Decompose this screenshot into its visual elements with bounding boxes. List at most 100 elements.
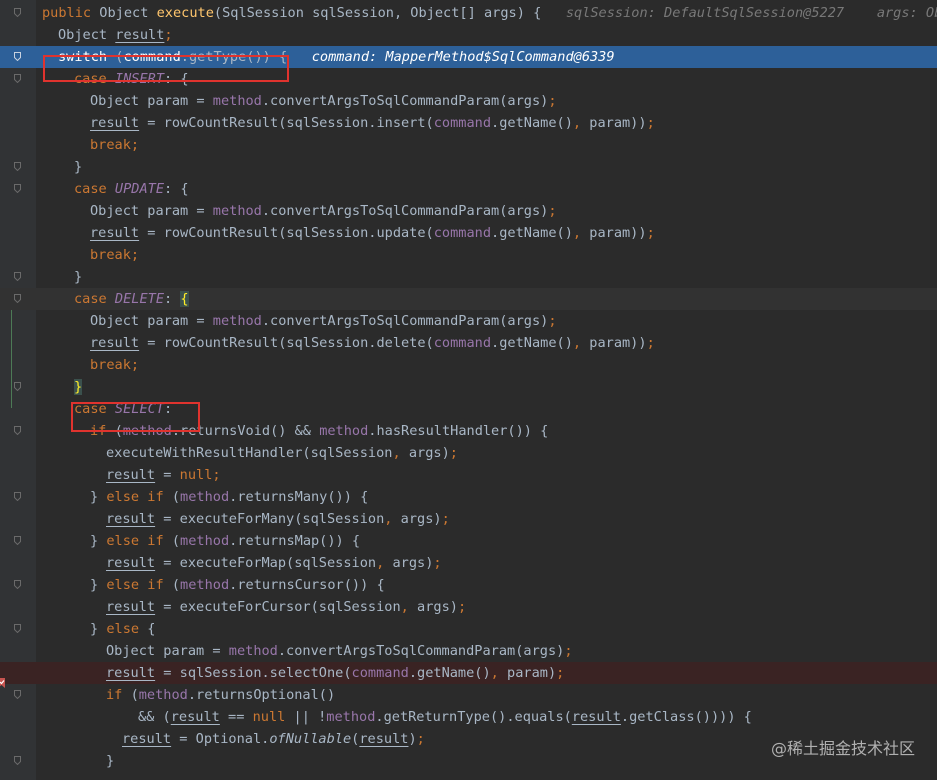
code-token: .getReturnType().equals(	[375, 709, 572, 725]
code-line[interactable]: result = rowCountResult(sqlSession.inser…	[0, 112, 937, 134]
code-token: case	[74, 291, 115, 307]
code-token: ,	[392, 445, 409, 461]
code-token: {	[180, 291, 189, 307]
code-text: result = rowCountResult(sqlSession.updat…	[90, 222, 655, 244]
inline-debug-value: command: MapperMethod$SqlCommand@6339	[287, 49, 615, 65]
code-token: result	[106, 511, 156, 527]
code-token: .convertArgsToSqlCommandParam(args)	[277, 643, 565, 659]
code-token: }	[90, 489, 107, 505]
code-line[interactable]: result = rowCountResult(sqlSession.updat…	[0, 222, 937, 244]
fold-marker-icon[interactable]	[14, 536, 21, 545]
code-line[interactable]: Object result;	[0, 24, 937, 46]
code-token: param))	[589, 335, 647, 351]
code-text: } else {	[90, 618, 155, 640]
fold-marker-icon[interactable]	[14, 8, 21, 17]
code-line[interactable]: && (result == null || !method.getReturnT…	[0, 706, 937, 728]
code-token: break;	[90, 357, 140, 373]
code-token: args)	[400, 511, 442, 527]
code-token: ==	[219, 709, 253, 725]
fold-marker-icon[interactable]	[14, 492, 21, 501]
code-line[interactable]: result = null;	[0, 464, 937, 486]
fold-marker-icon[interactable]	[14, 580, 21, 589]
code-token: ,	[572, 335, 590, 351]
code-text: }	[106, 750, 114, 772]
code-line[interactable]: Object param = method.convertArgsToSqlCo…	[0, 200, 937, 222]
code-token: method	[212, 203, 262, 219]
code-line[interactable]: result = rowCountResult(sqlSession.delet…	[0, 332, 937, 354]
code-text: Object param = method.convertArgsToSqlCo…	[90, 200, 557, 222]
code-line[interactable]: } else if (method.returnsCursor()) {	[0, 574, 937, 596]
code-editor[interactable]: public Object execute(SqlSession sqlSess…	[0, 0, 937, 780]
breakpoint-icon[interactable]	[0, 677, 7, 689]
code-line[interactable]: } else {	[0, 618, 937, 640]
code-text: Object param = method.convertArgsToSqlCo…	[90, 90, 557, 112]
code-token: break;	[90, 137, 140, 153]
code-line[interactable]: break;	[0, 134, 937, 156]
code-token: command	[351, 665, 409, 681]
code-line[interactable]: result = executeForCursor(sqlSession, ar…	[0, 596, 937, 618]
code-token: result	[106, 665, 156, 681]
fold-marker-icon[interactable]	[14, 162, 21, 171]
code-line[interactable]: } else if (method.returnsMany()) {	[0, 486, 937, 508]
code-line[interactable]: executeWithResultHandler(sqlSession, arg…	[0, 442, 937, 464]
code-token: = executeForMany(sqlSession	[155, 511, 385, 527]
code-line[interactable]: Object param = method.convertArgsToSqlCo…	[0, 310, 937, 332]
code-token: = executeForMap(sqlSession	[155, 555, 377, 571]
fold-marker-icon[interactable]	[14, 294, 21, 303]
code-token: ;	[416, 731, 425, 747]
code-text: result = executeForMany(sqlSession, args…	[106, 508, 450, 530]
code-token: ;	[564, 643, 573, 659]
execution-point-icon[interactable]	[14, 52, 21, 61]
code-token: || !	[293, 709, 327, 725]
code-token: ,	[572, 225, 590, 241]
code-line[interactable]: case UPDATE: {	[0, 178, 937, 200]
fold-marker-icon[interactable]	[14, 74, 21, 83]
code-token: ;	[646, 225, 655, 241]
code-token: null;	[179, 467, 221, 483]
code-token: ,	[490, 665, 508, 681]
fold-marker-icon[interactable]	[14, 272, 21, 281]
code-token: method	[180, 489, 230, 505]
fold-marker-icon[interactable]	[14, 426, 21, 435]
code-token: result	[122, 731, 172, 747]
code-token: (	[171, 533, 181, 549]
code-line[interactable]: case DELETE: {	[0, 288, 937, 310]
code-line[interactable]: public Object execute(SqlSession sqlSess…	[0, 2, 937, 24]
code-line[interactable]: }	[0, 156, 937, 178]
code-token: = executeForCursor(sqlSession	[155, 599, 401, 615]
code-text: if (method.returnsOptional()	[106, 684, 335, 706]
code-line[interactable]: Object param = method.convertArgsToSqlCo…	[0, 640, 937, 662]
code-line[interactable]: }	[0, 266, 937, 288]
code-line[interactable]: break;	[0, 244, 937, 266]
code-token: ;	[548, 313, 557, 329]
code-token: result	[90, 335, 140, 351]
code-token: command	[433, 335, 492, 351]
fold-marker-icon[interactable]	[14, 756, 21, 765]
code-token: method	[212, 313, 262, 329]
code-line[interactable]: } else if (method.returnsMap()) {	[0, 530, 937, 552]
code-area[interactable]: public Object execute(SqlSession sqlSess…	[0, 2, 937, 772]
code-line[interactable]: result = sqlSession.selectOne(command.ge…	[0, 662, 937, 684]
code-token: Object param =	[90, 93, 213, 109]
code-token: .convertArgsToSqlCommandParam(args)	[261, 93, 549, 109]
code-line[interactable]: result = executeForMap(sqlSession, args)…	[0, 552, 937, 574]
code-text: result = sqlSession.selectOne(command.ge…	[106, 662, 564, 684]
fold-marker-icon[interactable]	[14, 382, 21, 391]
code-line[interactable]: if (method.returnsOptional()	[0, 684, 937, 706]
code-line[interactable]: result = executeForMany(sqlSession, args…	[0, 508, 937, 530]
code-token: args)	[417, 599, 458, 615]
code-text: result = Optional.ofNullable(result);	[122, 728, 425, 750]
code-line[interactable]: Object param = method.convertArgsToSqlCo…	[0, 90, 937, 112]
code-line[interactable]: break;	[0, 354, 937, 376]
fold-marker-icon[interactable]	[14, 690, 21, 699]
annotation-box-switch	[43, 55, 289, 82]
code-line[interactable]: }	[0, 376, 937, 398]
code-token: param))	[589, 115, 647, 131]
code-token: Object param =	[90, 313, 213, 329]
code-text: } else if (method.returnsCursor()) {	[90, 574, 385, 596]
code-token: }	[90, 577, 107, 593]
code-token: = rowCountResult(sqlSession.insert(	[139, 115, 434, 131]
fold-marker-icon[interactable]	[14, 184, 21, 193]
fold-marker-icon[interactable]	[14, 624, 21, 633]
code-text: case UPDATE: {	[74, 178, 189, 200]
